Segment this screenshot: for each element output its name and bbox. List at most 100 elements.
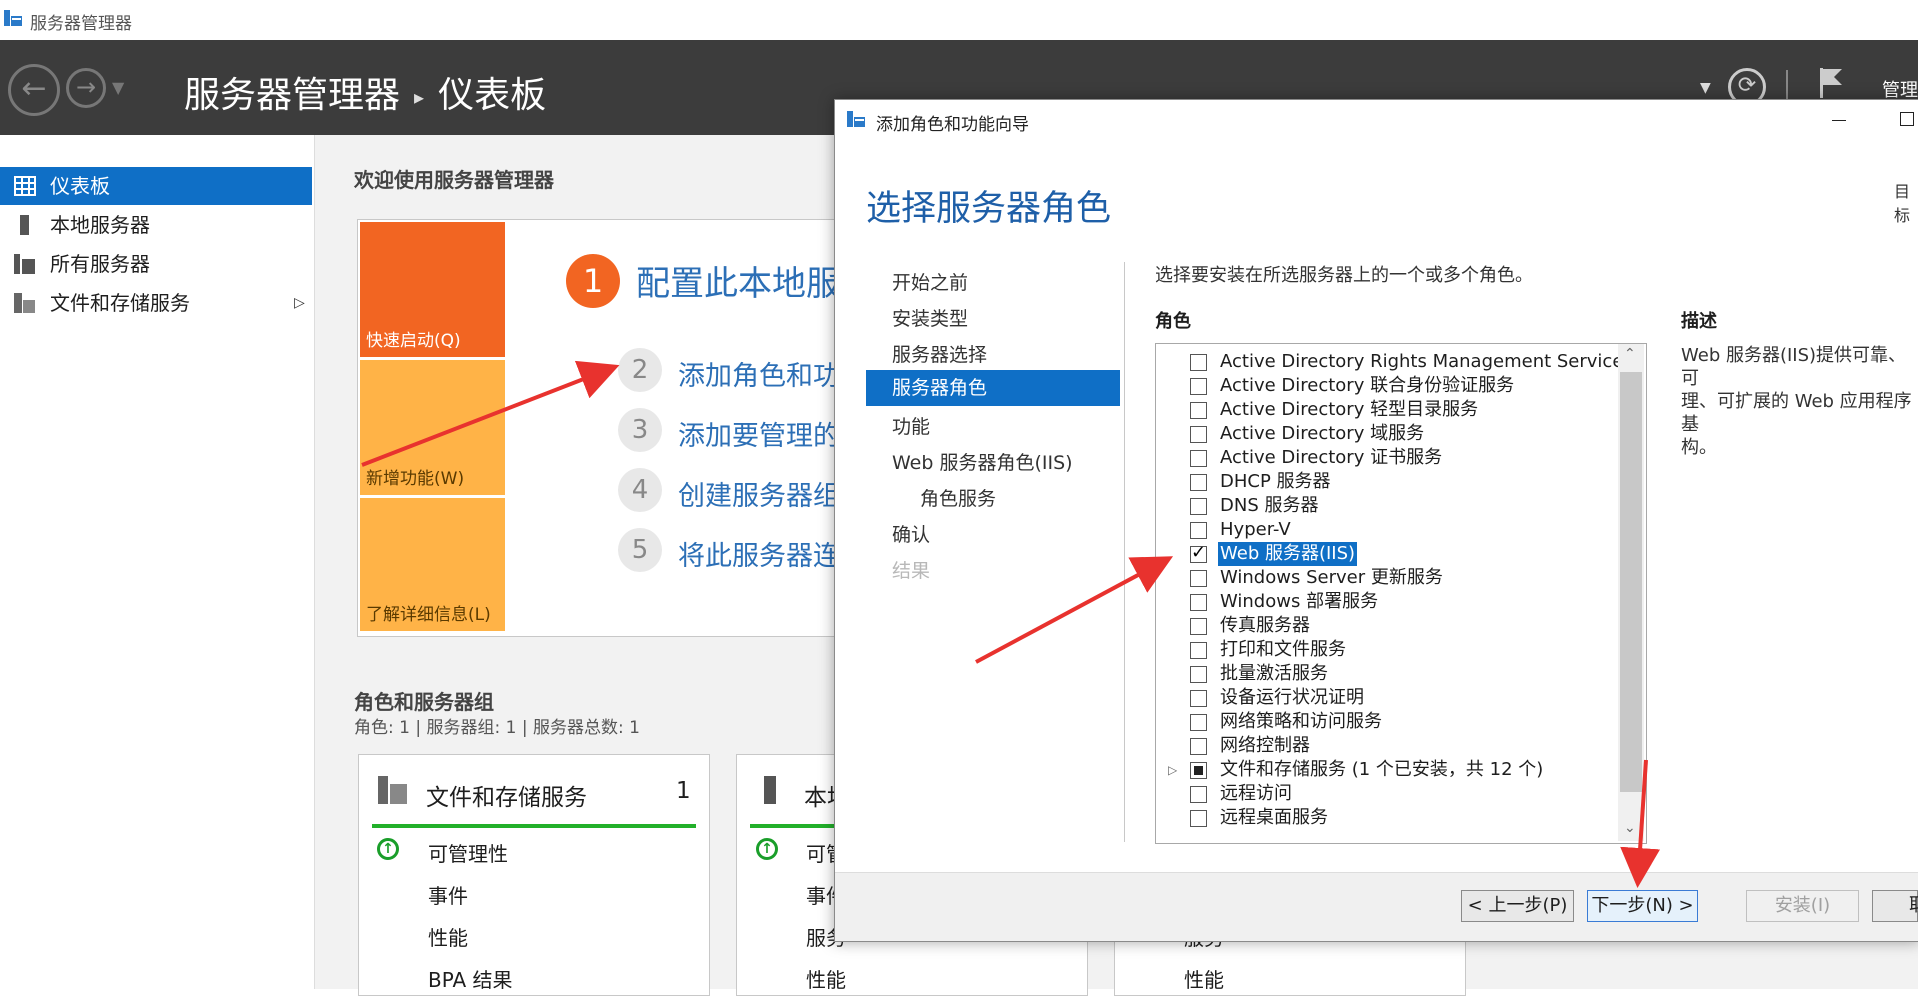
breadcrumb-current: 仪表板 [438,75,547,116]
role-checkbox[interactable] [1190,570,1207,587]
role-checkbox[interactable] [1190,642,1207,659]
role-checkbox[interactable] [1190,474,1207,491]
previous-button[interactable]: < 上一步(P) [1461,890,1574,922]
role-item-remote-access[interactable]: 远程访问 [1156,782,1616,806]
roles-listbox[interactable]: Active Directory Rights Management Servi… [1155,343,1647,844]
description-label: 描述 [1681,311,1717,332]
role-label: Windows Server 更新服务 [1220,567,1443,588]
step-3-add-servers-link[interactable]: 添加要管理的 [678,414,840,453]
scroll-up-arrow-icon[interactable]: ⌃ [1624,346,1636,362]
sidebar-item-label: 仪表板 [50,174,110,198]
role-checkbox[interactable] [1190,738,1207,755]
wizard-step-install-type[interactable]: 安装类型 [892,304,968,331]
role-checkbox[interactable] [1190,354,1207,371]
description-line: 构。 [1681,437,1717,458]
role-checkbox[interactable] [1190,450,1207,467]
sidebar-item-dashboard[interactable]: 仪表板 [0,167,312,205]
wizard-step-server-roles[interactable]: 服务器角色 [866,370,1120,406]
role-label: Active Directory 证书服务 [1220,447,1443,468]
breadcrumb-root: 服务器管理器 [184,75,401,116]
role-item-fax[interactable]: 传真服务器 [1156,614,1616,638]
role-checkbox[interactable] [1190,402,1207,419]
step-5-connect-link[interactable]: 将此服务器连 [678,534,840,573]
forward-arrow-icon[interactable]: → [66,68,106,108]
maximize-icon[interactable] [1900,112,1914,126]
role-checkbox-partial[interactable] [1190,762,1207,779]
role-item-ad-cs[interactable]: Active Directory 证书服务 [1156,446,1616,470]
server-icon [764,776,776,804]
description-text: Web 服务器(IIS)提供可靠、可 理、可扩展的 Web 应用程序基 构。 [1681,344,1918,459]
role-checkbox[interactable] [1190,810,1207,827]
nav-history-dropdown-icon[interactable]: ▼ [112,78,124,97]
role-item-print[interactable]: 打印和文件服务 [1156,638,1616,662]
instruction-text: 选择要安装在所选服务器上的一个或多个角色。 [1155,265,1533,286]
sidebar-item-all-servers[interactable]: 所有服务器 [0,245,312,283]
role-item-ad-fs[interactable]: Active Directory 联合身份验证服务 [1156,374,1616,398]
role-checkbox[interactable] [1190,594,1207,611]
role-item-dns[interactable]: DNS 服务器 [1156,494,1616,518]
wizard-step-results: 结果 [892,560,931,582]
role-item-dhcp[interactable]: DHCP 服务器 [1156,470,1616,494]
role-checkbox-checked[interactable] [1190,542,1207,563]
scroll-down-arrow-icon[interactable]: ⌄ [1624,820,1636,836]
card-item-events[interactable]: 事件 [428,880,468,909]
wizard-step-server-selection[interactable]: 服务器选择 [892,340,987,367]
tile-learn-more[interactable]: 了解详细信息(L) [360,498,505,631]
role-checkbox[interactable] [1190,786,1207,803]
role-label: Windows 部署服务 [1220,591,1379,612]
step-1-configure-link[interactable]: 配置此本地服 [636,256,840,305]
role-label: 批量激活服务 [1220,663,1328,684]
role-checkbox[interactable] [1190,690,1207,707]
role-checkbox[interactable] [1190,714,1207,731]
window-title: 服务器管理器 [30,14,132,34]
back-arrow-icon[interactable]: ← [8,64,60,116]
roles-scrollbar-thumb[interactable] [1620,372,1642,792]
role-item-file-storage[interactable]: ▷ 文件和存储服务 (1 个已安装，共 12 个) [1156,758,1616,782]
role-item-network-controller[interactable]: 网络控制器 [1156,734,1616,758]
sidebar-item-label: 本地服务器 [50,213,150,237]
wizard-step-features[interactable]: 功能 [892,412,930,439]
role-checkbox[interactable] [1190,522,1207,539]
cancel-button[interactable]: 取 [1872,890,1918,922]
role-item-wds[interactable]: Windows 部署服务 [1156,590,1616,614]
step-2-add-roles-link[interactable]: 添加角色和功 [678,354,840,393]
role-item-web-server-iis[interactable]: Web 服务器(IIS) [1156,542,1616,566]
tile-whats-new[interactable]: 新增功能(W) [360,360,505,495]
role-checkbox[interactable] [1190,498,1207,515]
minimize-icon[interactable] [1832,120,1846,121]
role-item-hyperv[interactable]: Hyper-V [1156,518,1616,542]
role-item-ad-rms[interactable]: Active Directory Rights Management Servi… [1156,350,1633,374]
role-label: 传真服务器 [1220,615,1310,636]
role-label: Hyper-V [1220,519,1291,540]
wizard-step-role-services[interactable]: 角色服务 [920,484,996,511]
expand-triangle-icon[interactable]: ▷ [1168,758,1177,782]
next-button[interactable]: 下一步(N) > [1587,890,1698,922]
step-4-create-group-link[interactable]: 创建服务器组 [678,474,840,513]
notification-flag-icon[interactable] [1818,66,1844,100]
role-checkbox[interactable] [1190,618,1207,635]
role-item-wsus[interactable]: Windows Server 更新服务 [1156,566,1616,590]
wizard-step-confirmation[interactable]: 确认 [892,520,930,547]
expand-arrow-icon[interactable]: ▷ [294,284,305,322]
sidebar-item-local-server[interactable]: 本地服务器 [0,206,312,244]
role-item-ad-lds[interactable]: Active Directory 轻型目录服务 [1156,398,1616,422]
role-item-rds[interactable]: 远程桌面服务 [1156,806,1616,830]
dialog-heading: 选择服务器角色 [866,189,1112,229]
role-checkbox[interactable] [1190,426,1207,443]
dialog-divider [1124,262,1125,842]
header-dropdown-icon[interactable]: ▼ [1700,80,1711,96]
card-item-performance[interactable]: 性能 [428,922,468,951]
role-checkbox[interactable] [1190,378,1207,395]
role-label: 网络控制器 [1220,735,1310,756]
tile-quick-start[interactable]: 快速启动(Q) [360,222,505,357]
role-item-ad-ds[interactable]: Active Directory 域服务 [1156,422,1616,446]
role-item-vamt[interactable]: 批量激活服务 [1156,662,1616,686]
sidebar-item-file-storage[interactable]: 文件和存储服务 ▷ [0,284,312,322]
role-item-health-attestation[interactable]: 设备运行状况证明 [1156,686,1616,710]
role-checkbox[interactable] [1190,666,1207,683]
card-item-manageability[interactable]: 可管理性 [428,838,508,867]
wizard-step-web-server-role[interactable]: Web 服务器角色(IIS) [892,448,1073,475]
wizard-step-before-you-begin[interactable]: 开始之前 [892,268,968,295]
roles-groups-title: 角色和服务器组 [354,690,494,714]
role-item-nps[interactable]: 网络策略和访问服务 [1156,710,1616,734]
